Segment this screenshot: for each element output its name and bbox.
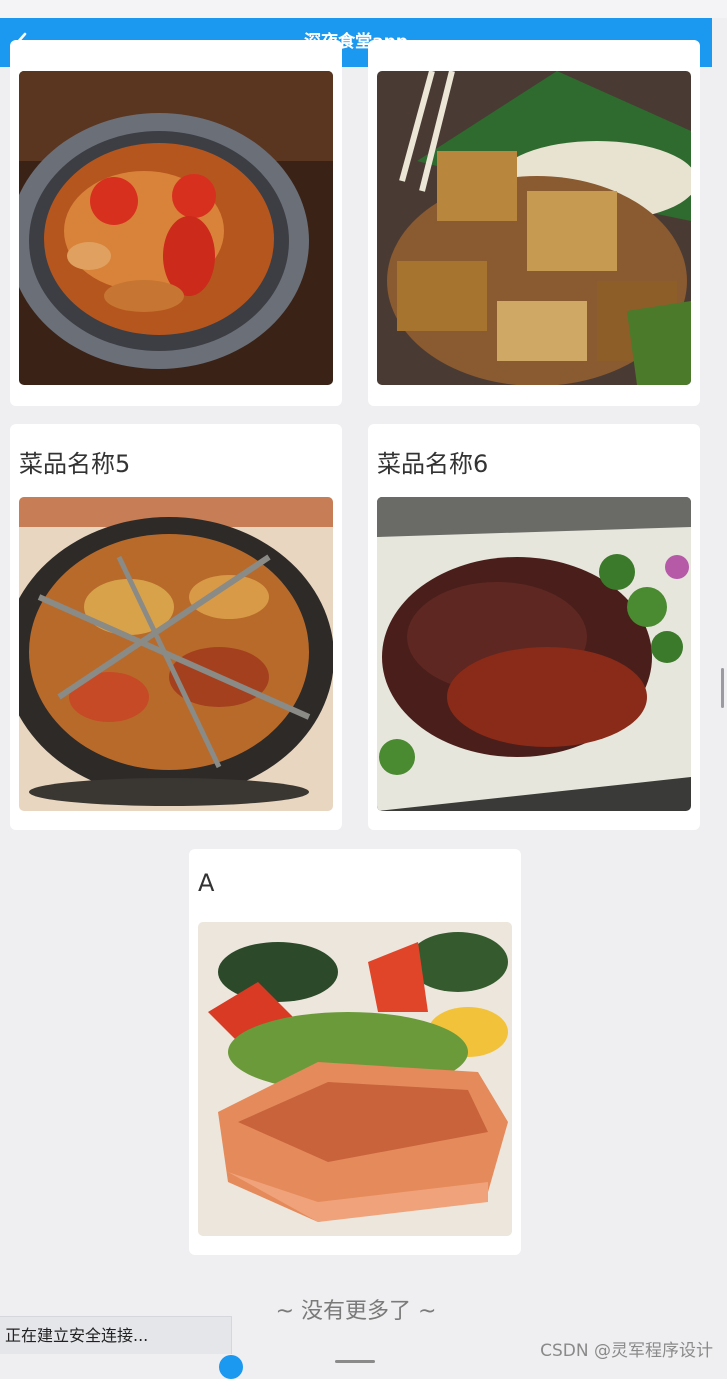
dish-image <box>19 71 333 385</box>
browser-status-bar: 正在建立安全连接... <box>0 1316 232 1354</box>
dish-card[interactable]: 菜品名称6 <box>368 424 700 830</box>
watermark: CSDN @灵军程序设计 <box>540 1341 713 1361</box>
status-strip <box>0 0 727 18</box>
loading-indicator <box>219 1355 243 1379</box>
dish-image <box>19 497 333 811</box>
dish-image <box>377 497 691 811</box>
dish-image <box>377 71 691 385</box>
dish-card[interactable] <box>368 40 700 406</box>
dish-name: 菜品名称6 <box>377 450 489 478</box>
dish-image <box>198 922 512 1236</box>
dish-card[interactable]: A <box>189 849 521 1255</box>
dish-name: 菜品名称5 <box>19 450 131 478</box>
home-indicator <box>335 1360 375 1363</box>
dish-card[interactable] <box>10 40 342 406</box>
dish-name: A <box>198 869 215 897</box>
dish-card[interactable]: 菜品名称5 <box>10 424 342 830</box>
scrollbar[interactable] <box>721 668 724 708</box>
